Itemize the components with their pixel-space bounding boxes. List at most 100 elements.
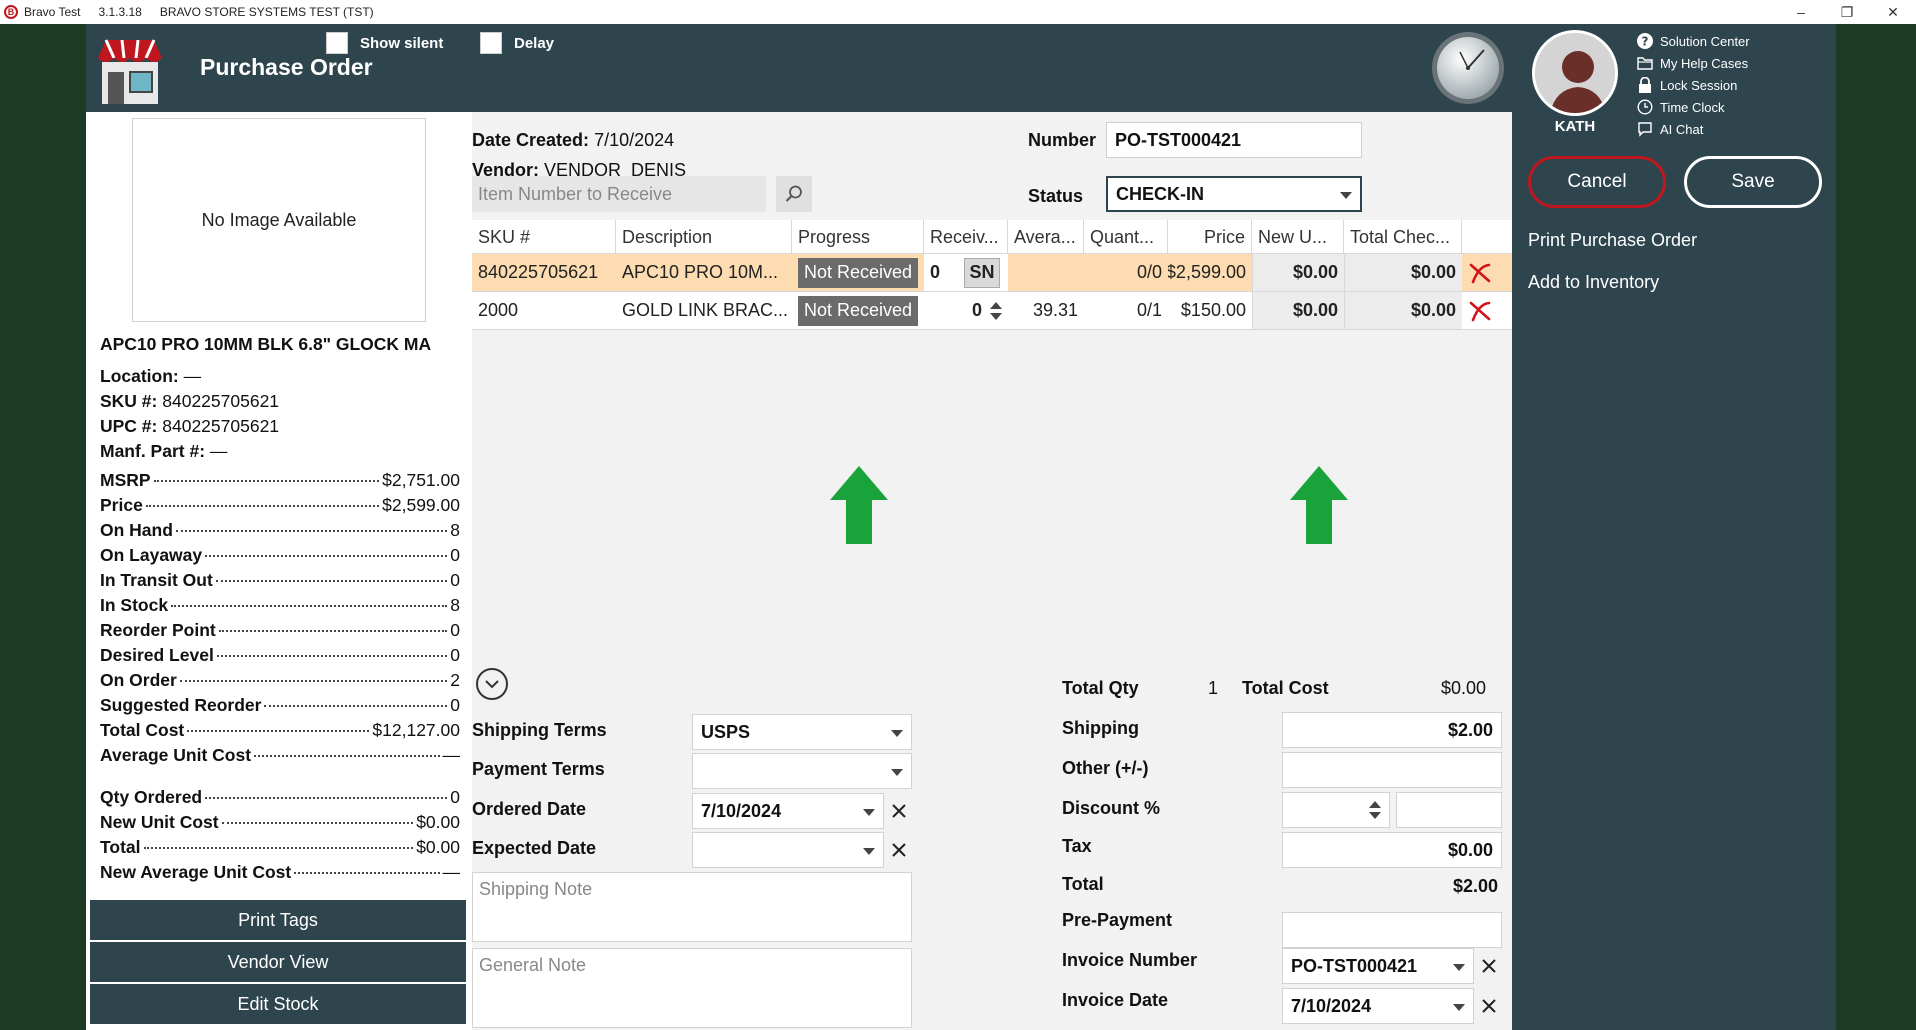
- print-purchase-order-link[interactable]: Print Purchase Order: [1528, 230, 1697, 251]
- user-avatar[interactable]: [1532, 30, 1618, 116]
- shipping-note-textarea[interactable]: Shipping Note: [472, 872, 912, 942]
- search-button[interactable]: [776, 176, 812, 212]
- payment-terms-dropdown[interactable]: [692, 753, 912, 789]
- clear-ordered-date-icon[interactable]: [890, 802, 908, 820]
- total-qty-value: 1: [1207, 678, 1218, 698]
- invoice-date-picker[interactable]: 7/10/2024: [1282, 988, 1474, 1024]
- question-icon: ?: [1636, 32, 1654, 50]
- up-arrow-icon: [830, 466, 888, 544]
- order-details-form: Shipping Terms USPS Payment Terms Ordere…: [472, 658, 1512, 1030]
- stat-row: Qty Ordered 0: [100, 787, 460, 807]
- grand-total-value: $2.00: [1452, 876, 1498, 896]
- stat-row: Total Cost $12,127.00: [100, 720, 460, 740]
- new-unit-cost-field[interactable]: $0.00: [1252, 292, 1344, 329]
- location-line: Location: —: [100, 366, 202, 386]
- invoice-number-dropdown[interactable]: PO-TST000421: [1282, 948, 1474, 984]
- edit-stock-button[interactable]: Edit Stock: [90, 984, 466, 1024]
- discount-amount-field[interactable]: [1396, 792, 1502, 828]
- clear-invoice-number-icon[interactable]: [1480, 957, 1498, 975]
- clear-invoice-date-icon[interactable]: [1480, 997, 1498, 1015]
- product-image-placeholder: No Image Available: [132, 118, 426, 322]
- search-icon: [785, 185, 802, 202]
- shipping-terms-dropdown[interactable]: USPS: [692, 714, 912, 750]
- time-clock-link[interactable]: Time Clock: [1636, 96, 1750, 118]
- stat-row: Total $0.00: [100, 837, 460, 857]
- stat-row: New Unit Cost $0.00: [100, 812, 460, 832]
- store-icon[interactable]: [92, 32, 168, 108]
- chevron-down-circle-icon[interactable]: [476, 668, 508, 700]
- table-row[interactable]: 2000 GOLD LINK BRAC... Not Received 0 39…: [472, 292, 1512, 330]
- user-silhouette-icon: [1535, 33, 1615, 113]
- solution-center-link[interactable]: ? Solution Center: [1636, 30, 1750, 52]
- add-to-inventory-link[interactable]: Add to Inventory: [1528, 272, 1659, 293]
- up-arrow-icon: [1290, 466, 1348, 544]
- date-created: Date Created: 7/10/2024: [472, 130, 675, 150]
- chevron-down-icon: [1453, 1004, 1465, 1011]
- stepper-arrows-icon[interactable]: [1369, 801, 1381, 819]
- user-name: KATH: [1554, 118, 1596, 135]
- app-name: Bravo Test: [24, 5, 81, 19]
- received-field[interactable]: 0 SN: [924, 254, 1008, 291]
- expected-date-picker[interactable]: [692, 832, 884, 868]
- stepper-arrows-icon[interactable]: [990, 301, 1002, 320]
- number-label: Number: [1028, 130, 1097, 150]
- po-number-field[interactable]: PO-TST000421: [1106, 122, 1362, 158]
- ai-chat-link[interactable]: AI Chat: [1636, 118, 1750, 140]
- vendor-view-button[interactable]: Vendor View: [90, 942, 466, 982]
- stat-row: Desired Level 0: [100, 645, 460, 665]
- manf-line: Manf. Part #: —: [100, 441, 228, 461]
- show-silent-toggle[interactable]: Show silent: [326, 32, 443, 54]
- header: Purchase Order Show silent Delay: [86, 24, 1512, 112]
- app-frame: Purchase Order Show silent Delay KATH ? …: [86, 24, 1836, 1030]
- restore-icon[interactable]: ❐: [1824, 0, 1870, 24]
- cancel-button[interactable]: Cancel: [1528, 156, 1666, 208]
- col-received[interactable]: Receiv...: [924, 220, 1008, 254]
- app-logo-icon: B: [4, 5, 18, 19]
- chevron-down-icon: [891, 769, 903, 776]
- window-titlebar: B Bravo Test 3.1.3.18 BRAVO STORE SYSTEM…: [0, 0, 1916, 24]
- clock-icon[interactable]: [1430, 30, 1506, 106]
- col-price[interactable]: Price: [1168, 220, 1252, 254]
- progress-badge: Not Received: [798, 295, 919, 326]
- discount-percent-stepper[interactable]: [1282, 792, 1390, 828]
- col-quantity[interactable]: Quant...: [1084, 220, 1168, 254]
- new-unit-cost-field[interactable]: $0.00: [1252, 254, 1344, 291]
- col-total-checked[interactable]: Total Chec...: [1344, 220, 1462, 254]
- prepayment-field[interactable]: [1282, 912, 1502, 948]
- save-button[interactable]: Save: [1684, 156, 1822, 208]
- purchase-order-main: Date Created: 7/10/2024 Vendor: VENDOR_D…: [472, 112, 1512, 1030]
- lock-icon: [1636, 76, 1654, 94]
- minimize-icon[interactable]: –: [1778, 0, 1824, 24]
- show-silent-checkbox[interactable]: [326, 32, 348, 54]
- remove-row-icon[interactable]: [1462, 292, 1498, 329]
- received-stepper[interactable]: 0: [924, 292, 1008, 329]
- clock-small-icon: [1636, 98, 1654, 116]
- table-row[interactable]: 840225705621 APC10 PRO 10M... Not Receiv…: [472, 254, 1512, 292]
- general-note-textarea[interactable]: General Note: [472, 948, 912, 1028]
- status-dropdown[interactable]: CHECK-IN: [1106, 176, 1362, 212]
- item-number-search-input[interactable]: Item Number to Receive: [472, 176, 766, 212]
- stat-row: Price $2,599.00: [100, 495, 460, 515]
- help-cases-link[interactable]: My Help Cases: [1636, 52, 1750, 74]
- stat-row: On Hand 8: [100, 520, 460, 540]
- close-window-icon[interactable]: ✕: [1870, 0, 1916, 24]
- col-sku[interactable]: SKU #: [472, 220, 616, 254]
- chat-icon: [1636, 120, 1654, 138]
- ordered-date-picker[interactable]: 7/10/2024: [692, 793, 884, 829]
- other-cost-field[interactable]: [1282, 752, 1502, 788]
- tax-field[interactable]: $0.00: [1282, 832, 1502, 868]
- delay-checkbox[interactable]: [480, 32, 502, 54]
- col-progress[interactable]: Progress: [792, 220, 924, 254]
- col-new-unit[interactable]: New U...: [1252, 220, 1344, 254]
- chevron-down-icon: [863, 848, 875, 855]
- col-average[interactable]: Avera...: [1008, 220, 1084, 254]
- remove-row-icon[interactable]: [1462, 254, 1498, 291]
- print-tags-button[interactable]: Print Tags: [90, 900, 466, 940]
- serial-number-button[interactable]: SN: [964, 257, 1000, 288]
- clear-expected-date-icon[interactable]: [890, 841, 908, 859]
- col-description[interactable]: Description: [616, 220, 792, 254]
- chevron-down-icon: [1453, 964, 1465, 971]
- lock-session-link[interactable]: Lock Session: [1636, 74, 1750, 96]
- shipping-cost-field[interactable]: $2.00: [1282, 712, 1502, 748]
- delay-toggle[interactable]: Delay: [480, 32, 554, 54]
